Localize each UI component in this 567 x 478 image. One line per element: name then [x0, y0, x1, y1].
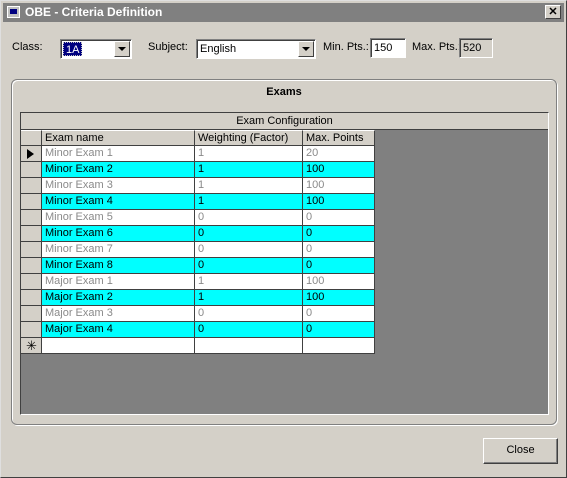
table-row[interactable]: Minor Exam 3 1 100 [21, 178, 375, 194]
column-header-exam-name[interactable]: Exam name [42, 130, 195, 146]
record-selector[interactable]: ✳ [21, 338, 42, 354]
weighting-cell[interactable]: 0 [195, 242, 303, 258]
exam-name-cell[interactable]: Major Exam 4 [42, 322, 195, 338]
weighting-cell[interactable]: 0 [195, 210, 303, 226]
table-row[interactable]: Minor Exam 700 [21, 242, 375, 258]
class-label: Class: [12, 41, 43, 53]
grid-header-row: Exam name Weighting (Factor) Max. Points [21, 130, 375, 146]
table-row[interactable]: Major Exam 400 [21, 322, 375, 338]
grid-body: Exam name Weighting (Factor) Max. Points… [21, 130, 375, 354]
close-button[interactable]: Close [483, 438, 558, 464]
table-row[interactable]: Minor Exam 800 [21, 258, 375, 274]
title-bar[interactable]: OBE - Criteria Definition ✕ [3, 3, 564, 22]
table-row[interactable]: Major Exam 2 1 100 [21, 290, 375, 306]
class-select[interactable]: 1A [60, 39, 132, 59]
exam-name-cell[interactable]: Minor Exam 5 [42, 210, 195, 226]
weighting-cell[interactable]: 1 [195, 178, 303, 194]
window-close-button[interactable]: ✕ [545, 5, 561, 19]
max-points-cell[interactable]: 100 [303, 162, 375, 178]
record-selector[interactable] [21, 242, 42, 258]
new-record-icon: ✳ [26, 338, 37, 353]
table-row[interactable]: Minor Exam 600 [21, 226, 375, 242]
exam-name-cell[interactable]: Minor Exam 7 [42, 242, 195, 258]
weighting-cell[interactable]: 0 [195, 258, 303, 274]
max-points-cell[interactable]: 0 [303, 242, 375, 258]
subject-label: Subject: [148, 41, 188, 53]
new-record-row[interactable]: ✳ [21, 338, 375, 354]
record-selector[interactable] [21, 258, 42, 274]
new-exam-name-cell[interactable] [42, 338, 195, 354]
max-points-cell[interactable]: 100 [303, 290, 375, 306]
record-selector[interactable] [21, 322, 42, 338]
weighting-cell[interactable]: 1 [195, 162, 303, 178]
table-row[interactable]: Minor Exam 1 1 20 [21, 146, 375, 162]
column-header-weighting[interactable]: Weighting (Factor) [195, 130, 303, 146]
min-points-field[interactable]: 150 [370, 38, 406, 58]
max-points-label: Max. Pts.: [412, 41, 461, 53]
record-selector[interactable] [21, 146, 42, 162]
new-weighting-cell[interactable] [195, 338, 303, 354]
panel-title: Exams [266, 86, 302, 98]
subject-select-value: English [200, 43, 237, 55]
record-selector[interactable] [21, 306, 42, 322]
exam-name-cell[interactable]: Minor Exam 4 [42, 194, 195, 210]
table-row[interactable]: Minor Exam 500 [21, 210, 375, 226]
max-points-field: 520 [459, 38, 493, 58]
table-row[interactable]: Minor Exam 4 1 100 [21, 194, 375, 210]
max-points-cell[interactable]: 100 [303, 178, 375, 194]
max-points-cell[interactable]: 20 [303, 146, 375, 162]
max-points-cell[interactable]: 100 [303, 274, 375, 290]
weighting-cell[interactable]: 0 [195, 306, 303, 322]
max-points-cell[interactable]: 0 [303, 322, 375, 338]
column-header-max-points[interactable]: Max. Points [303, 130, 375, 146]
exam-name-cell[interactable]: Major Exam 3 [42, 306, 195, 322]
record-selector[interactable] [21, 274, 42, 290]
chevron-down-icon[interactable] [114, 41, 130, 57]
max-points-cell[interactable]: 0 [303, 226, 375, 242]
criteria-definition-window: OBE - Criteria Definition ✕ Class: 1A Su… [0, 0, 567, 478]
table-row[interactable]: Major Exam 1 1 100 [21, 274, 375, 290]
app-window-icon [7, 6, 20, 18]
table-row[interactable]: Minor Exam 2 1 100 [21, 162, 375, 178]
record-pointer-icon [27, 149, 34, 159]
exam-name-cell[interactable]: Minor Exam 8 [42, 258, 195, 274]
max-points-cell[interactable]: 0 [303, 258, 375, 274]
weighting-cell[interactable]: 1 [195, 274, 303, 290]
exam-name-cell[interactable]: Minor Exam 2 [42, 162, 195, 178]
exam-name-cell[interactable]: Major Exam 1 [42, 274, 195, 290]
grid-caption: Exam Configuration [21, 113, 548, 130]
min-points-label: Min. Pts.: [323, 41, 369, 53]
chevron-down-icon[interactable] [298, 41, 314, 57]
weighting-cell[interactable]: 1 [195, 194, 303, 210]
exam-name-cell[interactable]: Major Exam 2 [42, 290, 195, 306]
weighting-cell[interactable]: 0 [195, 226, 303, 242]
max-points-cell[interactable]: 100 [303, 194, 375, 210]
record-selector[interactable] [21, 194, 42, 210]
window-title: OBE - Criteria Definition [25, 5, 163, 19]
max-points-cell[interactable]: 0 [303, 306, 375, 322]
record-selector[interactable] [21, 162, 42, 178]
record-selector-header [21, 130, 42, 146]
weighting-cell[interactable]: 0 [195, 322, 303, 338]
exam-name-cell[interactable]: Minor Exam 6 [42, 226, 195, 242]
subject-select[interactable]: English [196, 39, 316, 59]
weighting-cell[interactable]: 1 [195, 290, 303, 306]
exam-name-cell[interactable]: Minor Exam 3 [42, 178, 195, 194]
record-selector[interactable] [21, 178, 42, 194]
record-selector[interactable] [21, 226, 42, 242]
max-points-cell[interactable]: 0 [303, 210, 375, 226]
class-select-value: 1A [63, 42, 83, 56]
table-row[interactable]: Major Exam 300 [21, 306, 375, 322]
record-selector[interactable] [21, 210, 42, 226]
weighting-cell[interactable]: 1 [195, 146, 303, 162]
exam-grid[interactable]: Exam Configuration Exam name Weighting (… [20, 112, 549, 415]
exam-name-cell[interactable]: Minor Exam 1 [42, 146, 195, 162]
new-max-points-cell[interactable] [303, 338, 375, 354]
record-selector[interactable] [21, 290, 42, 306]
